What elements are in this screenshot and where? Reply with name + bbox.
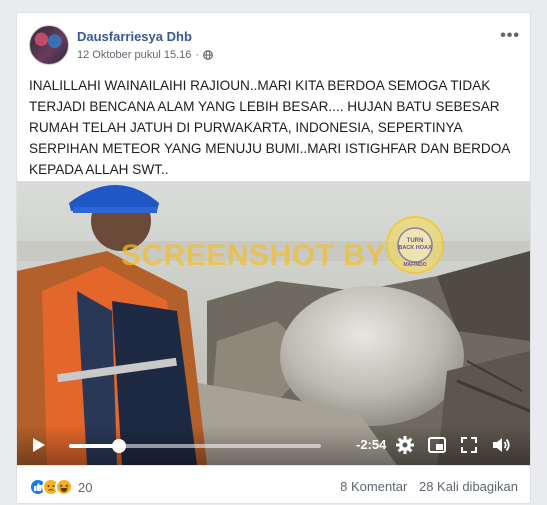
globe-icon[interactable] [203, 50, 213, 60]
svg-text:MAFINDO: MAFINDO [403, 262, 426, 268]
engagement-stats: 8 Komentar 28 Kali dibagikan [340, 479, 518, 494]
watermark-text: SCREENSHOT BY [121, 239, 386, 272]
video-frame [17, 181, 530, 465]
remaining-time: -2:54 [356, 437, 387, 452]
post-meta: 12 Oktober pukul 15.16 · [77, 49, 213, 61]
video-player[interactable]: SCREENSHOT BY TURN BACK HOAX MAFINDO -2:… [17, 181, 530, 465]
reaction-summary[interactable]: 20 [29, 478, 92, 496]
timestamp[interactable]: 12 Oktober pukul 15.16 [77, 49, 191, 61]
post-footer: 20 8 Komentar 28 Kali dibagikan [17, 465, 530, 505]
progress-handle[interactable] [112, 439, 127, 453]
author-name[interactable]: Dausfarriesya Dhb [77, 29, 192, 44]
play-icon[interactable] [33, 438, 45, 452]
post-text: INALILLAHI WAINAILAIHI RAJIOUN..MARI KIT… [29, 78, 510, 177]
video-controls: -2:54 [17, 425, 530, 465]
progress-track[interactable] [69, 439, 321, 453]
svg-text:TURN: TURN [407, 238, 424, 244]
settings-icon[interactable] [395, 435, 415, 455]
volume-icon[interactable] [491, 435, 511, 455]
fullscreen-icon[interactable] [459, 435, 479, 455]
svg-text:BACK HOAX: BACK HOAX [398, 245, 432, 251]
post-header: Dausfarriesya Dhb 12 Oktober pukul 15.16… [17, 13, 530, 65]
share-count-link[interactable]: 28 Kali dibagikan [419, 479, 518, 494]
post-card: Dausfarriesya Dhb 12 Oktober pukul 15.16… [16, 12, 531, 504]
picture-in-picture-icon[interactable] [427, 435, 447, 455]
avatar[interactable] [29, 25, 69, 65]
haha-icon [55, 478, 73, 496]
meta-separator: · [195, 49, 200, 61]
reaction-count: 20 [78, 479, 93, 495]
more-options-icon[interactable]: ••• [500, 27, 520, 45]
comment-count-link[interactable]: 8 Komentar [340, 479, 407, 494]
turn-back-hoax-seal: TURN BACK HOAX MAFINDO [386, 216, 444, 274]
